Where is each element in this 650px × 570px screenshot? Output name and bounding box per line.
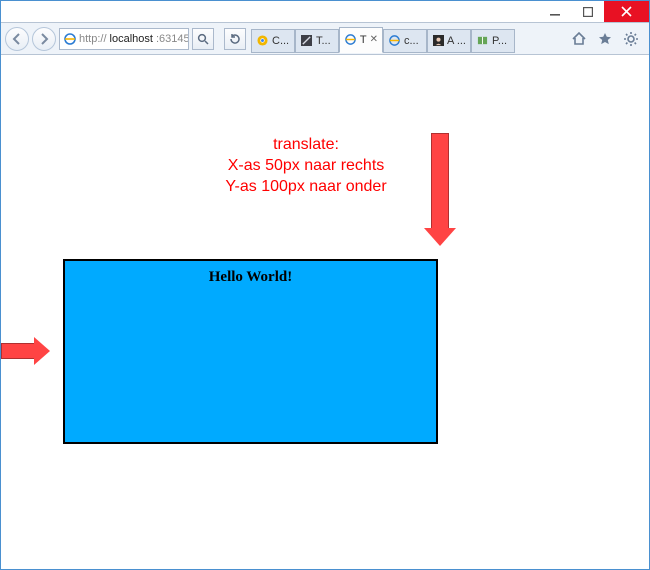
home-button[interactable] xyxy=(567,27,591,51)
tab-strip: C... T... T ✕ c... A ... xyxy=(251,25,562,53)
annotation-line3: Y-as 100px naar onder xyxy=(225,178,386,195)
url-port-path: :63145/t xyxy=(156,33,189,45)
tab-1[interactable]: T... xyxy=(295,29,339,53)
toolbar-right xyxy=(565,27,645,51)
tab-label: C... xyxy=(272,35,289,47)
favorites-button[interactable] xyxy=(593,27,617,51)
square-icon xyxy=(300,34,313,47)
tools-button[interactable] xyxy=(619,27,643,51)
address-bar[interactable]: http://localhost:63145/t xyxy=(59,28,189,50)
tab-4[interactable]: A ... xyxy=(427,29,471,53)
ie-icon xyxy=(388,34,401,47)
book-icon xyxy=(476,34,489,47)
search-button[interactable] xyxy=(192,28,214,50)
page-viewport: translate: X-as 50px naar rechts Y-as 10… xyxy=(1,55,649,569)
ie-icon xyxy=(344,33,357,46)
url-host: localhost xyxy=(110,33,153,45)
arrow-down-icon xyxy=(431,133,449,233)
tab-label: c... xyxy=(404,35,419,47)
annotation-line1: translate: xyxy=(273,136,339,153)
demo-box: Hello World! xyxy=(63,259,438,444)
close-button[interactable] xyxy=(604,1,649,22)
tab-label: P... xyxy=(492,35,507,47)
tab-label: A ... xyxy=(447,35,466,47)
tab-label: T... xyxy=(316,35,331,47)
maximize-button[interactable] xyxy=(571,1,604,22)
tab-label: T xyxy=(360,34,367,46)
nav-toolbar: http://localhost:63145/t C... T... T ✕ xyxy=(1,23,649,55)
url-protocol: http:// xyxy=(79,33,107,45)
refresh-button[interactable] xyxy=(224,28,246,50)
close-tab-icon[interactable]: ✕ xyxy=(370,34,378,45)
tab-2[interactable]: T ✕ xyxy=(339,27,383,53)
chrome-icon xyxy=(256,34,269,47)
tab-0[interactable]: C... xyxy=(251,29,295,53)
annotation-line2: X-as 50px naar rechts xyxy=(228,157,385,174)
back-button[interactable] xyxy=(5,27,29,51)
arrow-right-icon xyxy=(1,343,37,359)
avatar-icon xyxy=(432,34,444,47)
annotation-text: translate: X-as 50px naar rechts Y-as 10… xyxy=(186,135,426,197)
minimize-button[interactable] xyxy=(538,1,571,22)
demo-box-text: Hello World! xyxy=(209,269,292,285)
tab-3[interactable]: c... xyxy=(383,29,427,53)
tab-5[interactable]: P... xyxy=(471,29,515,53)
forward-button[interactable] xyxy=(32,27,56,51)
window-title-bar xyxy=(1,1,649,23)
ie-icon xyxy=(64,32,76,46)
